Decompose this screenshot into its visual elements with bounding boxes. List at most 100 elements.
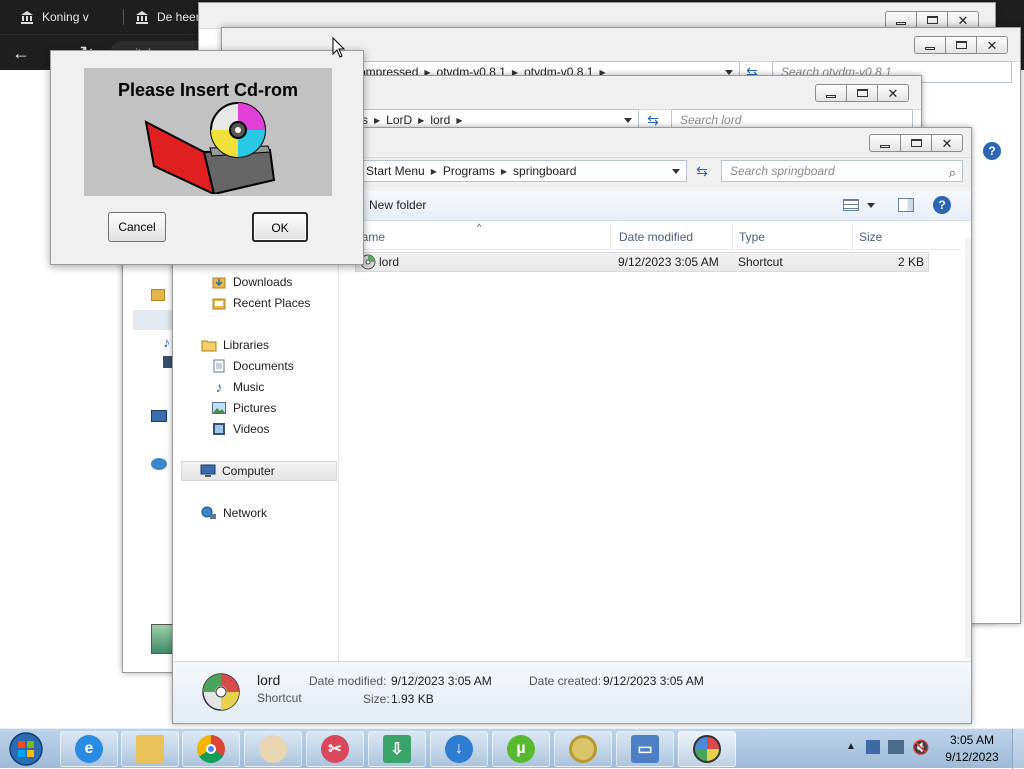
breadcrumb-item[interactable]: Start Menu — [360, 164, 431, 178]
show-desktop-button[interactable] — [1012, 729, 1024, 769]
bank-icon — [135, 10, 149, 24]
cancel-button[interactable]: Cancel — [108, 212, 166, 242]
taskbar-installer[interactable]: ⇩ — [368, 731, 426, 767]
paint-icon — [259, 735, 287, 763]
help-icon[interactable]: ? — [983, 142, 1001, 160]
taskbar-download-manager[interactable]: ↓ — [430, 731, 488, 767]
breadcrumb-item[interactable]: LorD — [380, 113, 418, 127]
selected-nav-item[interactable] — [133, 310, 173, 330]
details-pane: lord Shortcut Date modified: 9/12/2023 3… — [173, 661, 971, 723]
refresh-icon[interactable]: ⇆ — [691, 160, 713, 182]
network-tray-icon[interactable] — [888, 740, 904, 754]
chevron-down-icon[interactable] — [624, 118, 632, 123]
breadcrumb-item[interactable]: Programs — [437, 164, 501, 178]
nav-item-label: Libraries — [223, 338, 270, 352]
disc-app-icon — [693, 735, 721, 763]
nav-item-computer[interactable]: Computer — [181, 461, 337, 481]
preview-pane-icon[interactable] — [898, 198, 914, 212]
nav-item-music[interactable]: ♪ Music — [211, 377, 265, 397]
action-center-icon[interactable] — [866, 740, 880, 754]
taskbar-chrome[interactable] — [182, 731, 240, 767]
file-date-modified: 9/12/2023 3:05 AM — [618, 255, 719, 269]
nav-item-label: Music — [233, 380, 265, 394]
maximize-button[interactable] — [846, 84, 878, 102]
banner-text: Please Insert Cd-rom — [117, 80, 299, 100]
column-header-date-modified[interactable]: Date modified — [613, 224, 733, 250]
taskbar-disc-app[interactable] — [678, 731, 736, 767]
taskbar-internet-explorer[interactable]: e — [60, 731, 118, 767]
breadcrumb-item[interactable]: lord — [424, 113, 456, 127]
close-icon: ✕ — [957, 12, 969, 28]
nav-item-label: Network — [223, 506, 268, 520]
close-icon: ✕ — [986, 37, 998, 53]
scrollbar[interactable] — [965, 238, 971, 658]
volume-muted-icon[interactable]: 🔇 — [912, 739, 929, 756]
new-folder-button[interactable]: New folder — [369, 198, 426, 212]
file-thumbnail — [151, 624, 173, 654]
minimize-button[interactable] — [914, 36, 946, 54]
breadcrumb-item[interactable]: springboard — [507, 164, 582, 178]
network-icon — [151, 458, 167, 470]
insert-cdrom-dialog: Please Insert Cd-rom Cancel OK — [50, 50, 364, 265]
nav-item-label: Videos — [233, 422, 270, 436]
taskbar-file-explorer[interactable] — [121, 731, 179, 767]
nav-item-libraries[interactable]: Libraries — [201, 335, 269, 355]
minimize-button[interactable] — [815, 84, 847, 102]
details-file-kind: Shortcut — [257, 691, 302, 705]
close-button[interactable]: ✕ — [877, 84, 909, 102]
close-button[interactable]: ✕ — [976, 36, 1008, 54]
details-date-modified-label: Date modified: — [309, 674, 387, 688]
file-type: Shortcut — [738, 255, 783, 269]
table-row[interactable]: lord 9/12/2023 3:05 AM Shortcut 2 KB — [355, 252, 929, 272]
chevron-down-icon[interactable] — [672, 169, 680, 174]
column-header-size[interactable]: Size — [853, 224, 961, 250]
navigation-pane: Downloads Recent Places Libraries Docume… — [173, 221, 339, 661]
taskbar-utorrent[interactable]: µ — [492, 731, 550, 767]
back-arrow-icon[interactable]: ← — [6, 35, 36, 71]
help-icon[interactable]: ? — [933, 196, 951, 214]
nav-item-pictures[interactable]: Pictures — [211, 398, 276, 418]
maximize-button[interactable] — [900, 134, 932, 152]
browser-tab-title: De heer — [157, 10, 200, 24]
nav-item-downloads[interactable]: Downloads — [211, 272, 292, 292]
installer-icon: ⇩ — [383, 735, 411, 763]
taskbar-window-app[interactable]: ▭ — [616, 731, 674, 767]
videos-icon — [211, 421, 227, 437]
browser-tab-title: Koning v — [42, 10, 89, 24]
tray-clock[interactable]: 3:05 AM 9/12/2023 — [942, 732, 1002, 766]
browser-tab[interactable]: Koning v — [20, 0, 89, 34]
start-orb-icon[interactable] — [4, 731, 48, 767]
taskbar-snipping-tool[interactable]: ✂ — [306, 731, 364, 767]
minimize-button[interactable] — [869, 134, 901, 152]
maximize-button[interactable] — [945, 36, 977, 54]
maximize-icon — [856, 89, 868, 97]
close-icon: ✕ — [887, 85, 899, 101]
nav-item-network[interactable]: Network — [201, 503, 267, 523]
taskbar-paint[interactable] — [244, 731, 302, 767]
nav-item-label: Documents — [233, 359, 294, 373]
column-header-row: Name ^ Date modified Type Size — [347, 222, 961, 250]
nav-item-recent-places[interactable]: Recent Places — [211, 293, 310, 313]
taskbar-cd-drive[interactable] — [554, 731, 612, 767]
chevron-down-icon[interactable] — [867, 203, 875, 208]
utorrent-icon: µ — [507, 735, 535, 763]
details-date-modified: 9/12/2023 3:05 AM — [391, 674, 492, 688]
column-label: Size — [859, 230, 883, 244]
minimize-icon — [896, 21, 906, 25]
ok-button[interactable]: OK — [252, 212, 308, 242]
search-input[interactable]: Search springboard ⌕ — [721, 160, 963, 182]
clock-time: 3:05 AM — [949, 733, 995, 747]
nav-item-documents[interactable]: Documents — [211, 356, 294, 376]
music-icon: ♪ — [215, 379, 223, 395]
bank-icon — [20, 10, 34, 24]
view-options-icon[interactable] — [843, 199, 859, 211]
clock-date: 9/12/2023 — [945, 750, 999, 764]
tray-overflow-icon[interactable]: ▲ — [846, 741, 856, 752]
close-button[interactable]: ✕ — [931, 134, 963, 152]
snipping-tool-icon: ✂ — [321, 735, 349, 763]
minimize-icon — [826, 94, 836, 98]
browser-tab[interactable]: De heer — [135, 0, 200, 34]
column-header-type[interactable]: Type — [733, 224, 853, 250]
nav-item-videos[interactable]: Videos — [211, 419, 269, 439]
address-bar[interactable]: Start Menu ▶ Programs ▶ springboard — [359, 160, 687, 182]
